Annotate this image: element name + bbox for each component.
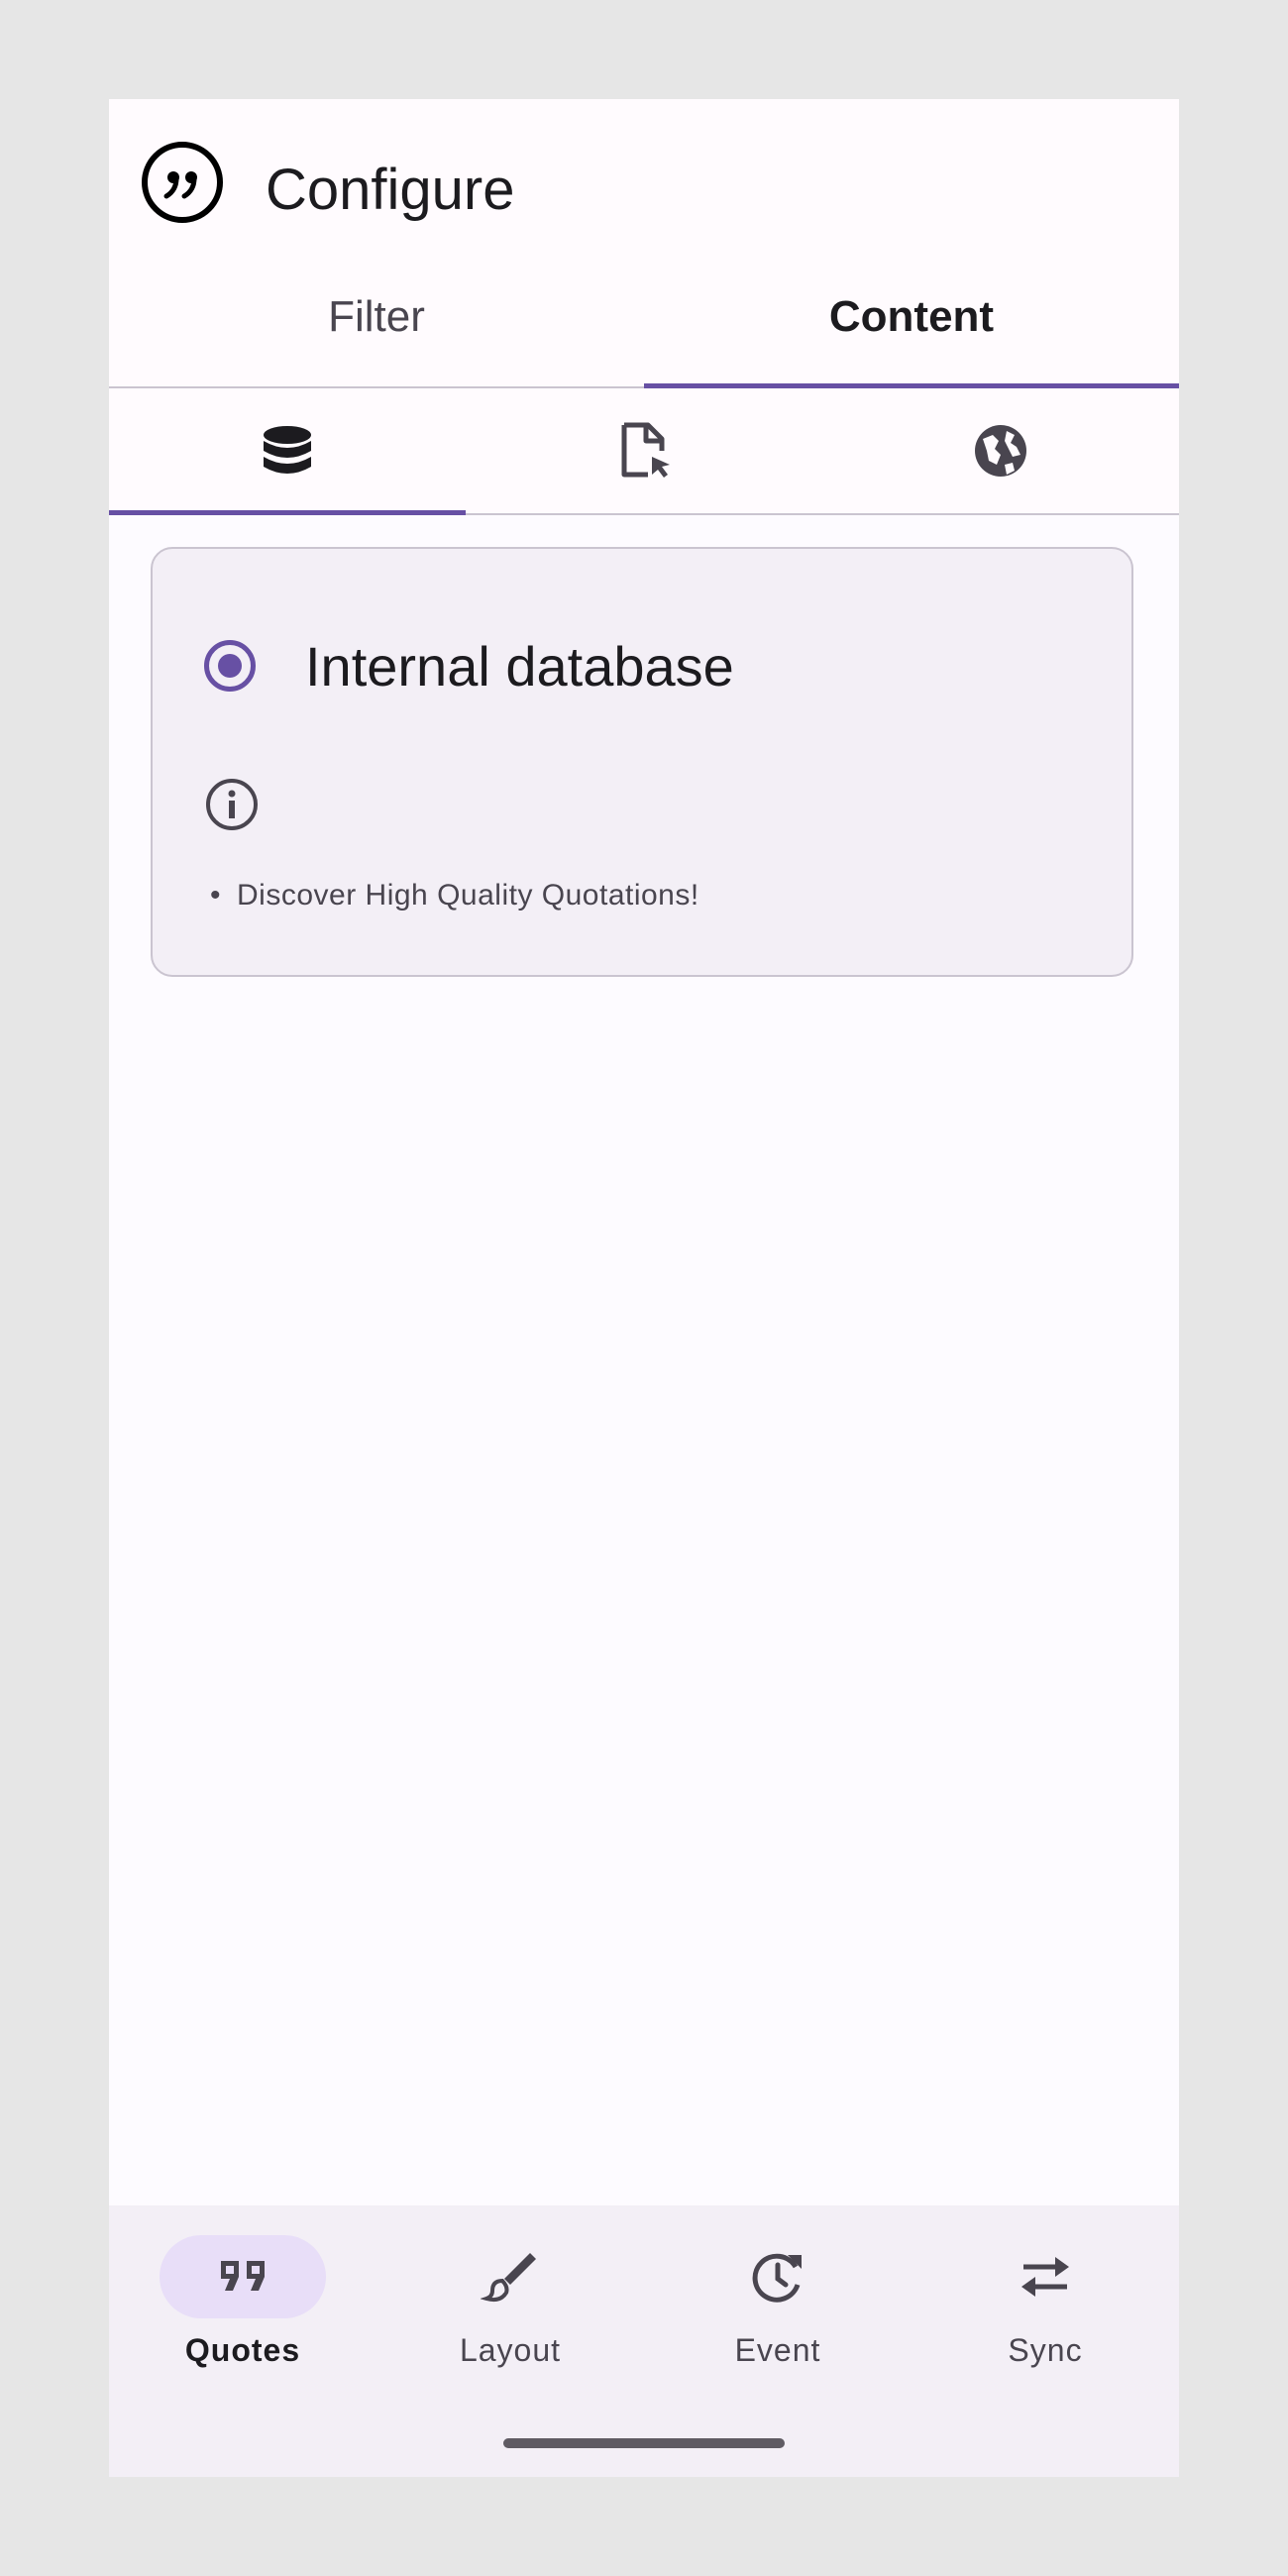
nav-event[interactable]: Event xyxy=(644,2235,912,2404)
radio-label: Internal database xyxy=(305,635,734,698)
tab-content[interactable]: Content xyxy=(644,268,1179,367)
radio-selected-dot xyxy=(218,654,242,678)
bullet: • xyxy=(210,879,222,912)
home-indicator[interactable] xyxy=(503,2438,785,2448)
tab-database[interactable] xyxy=(109,388,466,512)
description-list-item: • Discover High Quality Quotations! xyxy=(210,876,699,915)
source-tab-bar xyxy=(109,388,1179,515)
database-icon xyxy=(264,425,311,474)
internal-database-card[interactable]: Internal database • Discover High Qualit… xyxy=(151,547,1133,977)
format-quote-icon xyxy=(221,2261,265,2291)
history-icon xyxy=(752,2253,802,2303)
nav-label-event: Event xyxy=(734,2332,821,2368)
nav-sync[interactable]: Sync xyxy=(912,2235,1179,2404)
quote-bubble-icon xyxy=(142,142,223,223)
tab-file[interactable] xyxy=(466,388,822,512)
nav-layout[interactable]: Layout xyxy=(376,2235,644,2404)
nav-label-quotes: Quotes xyxy=(184,2332,301,2368)
nav-label-sync: Sync xyxy=(1008,2332,1083,2368)
nav-quotes[interactable]: Quotes xyxy=(109,2235,376,2404)
tab-web[interactable] xyxy=(822,388,1179,512)
swap-horiz-icon xyxy=(1021,2257,1069,2297)
file-cursor-icon xyxy=(621,422,670,478)
internal-database-radio[interactable] xyxy=(204,640,256,692)
phone-screen: Configure Filter Content Internal databa… xyxy=(109,99,1179,2477)
nav-label-layout: Layout xyxy=(459,2332,562,2368)
info-icon xyxy=(206,779,258,830)
tab-filter[interactable]: Filter xyxy=(109,268,644,367)
page-title: Configure xyxy=(266,158,515,222)
bottom-navigation: Quotes Layout Event Sync xyxy=(109,2205,1179,2477)
description-text: Discover High Quality Quotations! xyxy=(237,879,699,912)
app-header: Configure xyxy=(109,99,1179,268)
globe-icon xyxy=(975,424,1026,477)
brush-icon xyxy=(481,2253,536,2303)
source-tab-indicator xyxy=(109,510,466,515)
